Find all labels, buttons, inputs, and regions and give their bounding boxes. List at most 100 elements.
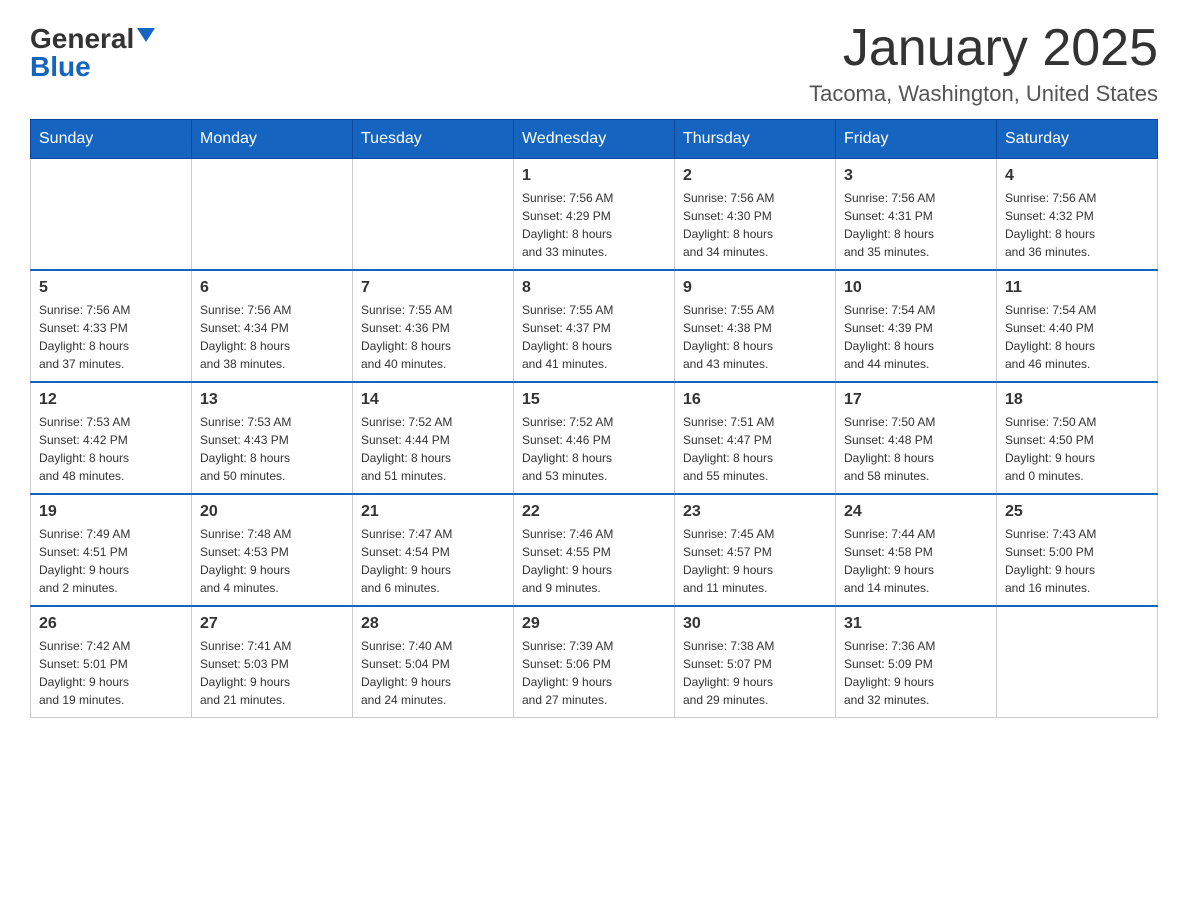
day-info: Sunrise: 7:39 AM Sunset: 5:06 PM Dayligh… — [522, 637, 666, 709]
day-number: 21 — [361, 503, 505, 521]
day-number: 12 — [39, 391, 183, 409]
day-number: 2 — [683, 167, 827, 185]
day-number: 22 — [522, 503, 666, 521]
day-number: 17 — [844, 391, 988, 409]
calendar-table: SundayMondayTuesdayWednesdayThursdayFrid… — [30, 119, 1158, 718]
calendar-cell: 3 Sunrise: 7:56 AM Sunset: 4:31 PM Daylig… — [836, 159, 997, 271]
day-info: Sunrise: 7:36 AM Sunset: 5:09 PM Dayligh… — [844, 637, 988, 709]
day-info: Sunrise: 7:56 AM Sunset: 4:34 PM Dayligh… — [200, 301, 344, 373]
calendar-week-1: 1 Sunrise: 7:56 AM Sunset: 4:29 PM Daylig… — [31, 159, 1158, 271]
day-number: 19 — [39, 503, 183, 521]
calendar-cell — [192, 159, 353, 271]
day-number: 1 — [522, 167, 666, 185]
logo-general: General — [30, 25, 134, 53]
calendar-cell: 28 Sunrise: 7:40 AM Sunset: 5:04 PM Dayli… — [353, 606, 514, 718]
calendar-cell: 9 Sunrise: 7:55 AM Sunset: 4:38 PM Daylig… — [675, 270, 836, 382]
day-info: Sunrise: 7:56 AM Sunset: 4:32 PM Dayligh… — [1005, 189, 1149, 261]
day-info: Sunrise: 7:44 AM Sunset: 4:58 PM Dayligh… — [844, 525, 988, 597]
calendar-cell: 21 Sunrise: 7:47 AM Sunset: 4:54 PM Dayli… — [353, 494, 514, 606]
day-number: 6 — [200, 279, 344, 297]
calendar-cell: 23Sunrise: 7:45 AM Sunset: 4:57 PM Dayli… — [675, 494, 836, 606]
calendar-cell: 12 Sunrise: 7:53 AM Sunset: 4:42 PM Dayli… — [31, 382, 192, 494]
day-info: Sunrise: 7:50 AM Sunset: 4:50 PM Dayligh… — [1005, 413, 1149, 485]
day-number: 7 — [361, 279, 505, 297]
calendar-cell: 17 Sunrise: 7:50 AM Sunset: 4:48 PM Dayli… — [836, 382, 997, 494]
day-info: Sunrise: 7:56 AM Sunset: 4:29 PM Dayligh… — [522, 189, 666, 261]
day-info: Sunrise: 7:42 AM Sunset: 5:01 PM Dayligh… — [39, 637, 183, 709]
calendar-week-4: 19 Sunrise: 7:49 AM Sunset: 4:51 PM Dayli… — [31, 494, 1158, 606]
day-number: 16 — [683, 391, 827, 409]
day-info: Sunrise: 7:55 AM Sunset: 4:38 PM Dayligh… — [683, 301, 827, 373]
day-number: 20 — [200, 503, 344, 521]
page-header: General Blue January 2025 Tacoma, Washin… — [30, 20, 1158, 107]
calendar-week-3: 12 Sunrise: 7:53 AM Sunset: 4:42 PM Dayli… — [31, 382, 1158, 494]
logo-blue: Blue — [30, 53, 91, 81]
day-number: 28 — [361, 615, 505, 633]
calendar-cell — [31, 159, 192, 271]
calendar-cell: 24 Sunrise: 7:44 AM Sunset: 4:58 PM Dayli… — [836, 494, 997, 606]
day-number: 11 — [1005, 279, 1149, 297]
calendar-header-row: SundayMondayTuesdayWednesdayThursdayFrid… — [31, 120, 1158, 159]
title-section: January 2025 Tacoma, Washington, United … — [809, 20, 1158, 107]
calendar-cell: 14Sunrise: 7:52 AM Sunset: 4:44 PM Dayli… — [353, 382, 514, 494]
day-number: 15 — [522, 391, 666, 409]
header-saturday: Saturday — [997, 120, 1158, 159]
day-number: 29 — [522, 615, 666, 633]
header-tuesday: Tuesday — [353, 120, 514, 159]
day-info: Sunrise: 7:53 AM Sunset: 4:43 PM Dayligh… — [200, 413, 344, 485]
logo: General Blue — [30, 20, 155, 81]
calendar-cell: 25Sunrise: 7:43 AM Sunset: 5:00 PM Dayli… — [997, 494, 1158, 606]
day-number: 3 — [844, 167, 988, 185]
day-info: Sunrise: 7:52 AM Sunset: 4:44 PM Dayligh… — [361, 413, 505, 485]
calendar-week-5: 26 Sunrise: 7:42 AM Sunset: 5:01 PM Dayli… — [31, 606, 1158, 718]
calendar-cell: 2 Sunrise: 7:56 AM Sunset: 4:30 PM Daylig… — [675, 159, 836, 271]
calendar-cell: 6 Sunrise: 7:56 AM Sunset: 4:34 PM Daylig… — [192, 270, 353, 382]
header-wednesday: Wednesday — [514, 120, 675, 159]
day-number: 13 — [200, 391, 344, 409]
calendar-cell: 1 Sunrise: 7:56 AM Sunset: 4:29 PM Daylig… — [514, 159, 675, 271]
calendar-cell: 11 Sunrise: 7:54 AM Sunset: 4:40 PM Dayli… — [997, 270, 1158, 382]
calendar-cell: 15 Sunrise: 7:52 AM Sunset: 4:46 PM Dayli… — [514, 382, 675, 494]
day-number: 9 — [683, 279, 827, 297]
calendar-cell: 31 Sunrise: 7:36 AM Sunset: 5:09 PM Dayli… — [836, 606, 997, 718]
day-info: Sunrise: 7:46 AM Sunset: 4:55 PM Dayligh… — [522, 525, 666, 597]
calendar-cell: 26 Sunrise: 7:42 AM Sunset: 5:01 PM Dayli… — [31, 606, 192, 718]
calendar-cell — [353, 159, 514, 271]
day-info: Sunrise: 7:53 AM Sunset: 4:42 PM Dayligh… — [39, 413, 183, 485]
day-info: Sunrise: 7:56 AM Sunset: 4:30 PM Dayligh… — [683, 189, 827, 261]
calendar-cell: 19 Sunrise: 7:49 AM Sunset: 4:51 PM Dayli… — [31, 494, 192, 606]
calendar-cell: 8Sunrise: 7:55 AM Sunset: 4:37 PM Daylig… — [514, 270, 675, 382]
day-number: 4 — [1005, 167, 1149, 185]
day-info: Sunrise: 7:50 AM Sunset: 4:48 PM Dayligh… — [844, 413, 988, 485]
day-info: Sunrise: 7:54 AM Sunset: 4:40 PM Dayligh… — [1005, 301, 1149, 373]
day-number: 18 — [1005, 391, 1149, 409]
calendar-cell: 29 Sunrise: 7:39 AM Sunset: 5:06 PM Dayli… — [514, 606, 675, 718]
day-info: Sunrise: 7:38 AM Sunset: 5:07 PM Dayligh… — [683, 637, 827, 709]
location-title: Tacoma, Washington, United States — [809, 81, 1158, 107]
header-sunday: Sunday — [31, 120, 192, 159]
day-info: Sunrise: 7:56 AM Sunset: 4:31 PM Dayligh… — [844, 189, 988, 261]
day-number: 27 — [200, 615, 344, 633]
calendar-cell — [997, 606, 1158, 718]
day-number: 30 — [683, 615, 827, 633]
day-info: Sunrise: 7:41 AM Sunset: 5:03 PM Dayligh… — [200, 637, 344, 709]
day-info: Sunrise: 7:49 AM Sunset: 4:51 PM Dayligh… — [39, 525, 183, 597]
day-number: 24 — [844, 503, 988, 521]
day-number: 31 — [844, 615, 988, 633]
day-number: 5 — [39, 279, 183, 297]
day-number: 10 — [844, 279, 988, 297]
day-info: Sunrise: 7:40 AM Sunset: 5:04 PM Dayligh… — [361, 637, 505, 709]
day-info: Sunrise: 7:56 AM Sunset: 4:33 PM Dayligh… — [39, 301, 183, 373]
day-number: 26 — [39, 615, 183, 633]
calendar-cell: 27 Sunrise: 7:41 AM Sunset: 5:03 PM Dayli… — [192, 606, 353, 718]
calendar-cell: 10 Sunrise: 7:54 AM Sunset: 4:39 PM Dayli… — [836, 270, 997, 382]
day-number: 8 — [522, 279, 666, 297]
day-number: 23 — [683, 503, 827, 521]
day-info: Sunrise: 7:47 AM Sunset: 4:54 PM Dayligh… — [361, 525, 505, 597]
calendar-week-2: 5 Sunrise: 7:56 AM Sunset: 4:33 PM Daylig… — [31, 270, 1158, 382]
day-info: Sunrise: 7:48 AM Sunset: 4:53 PM Dayligh… — [200, 525, 344, 597]
day-number: 25 — [1005, 503, 1149, 521]
day-info: Sunrise: 7:54 AM Sunset: 4:39 PM Dayligh… — [844, 301, 988, 373]
calendar-cell: 5 Sunrise: 7:56 AM Sunset: 4:33 PM Daylig… — [31, 270, 192, 382]
day-info: Sunrise: 7:52 AM Sunset: 4:46 PM Dayligh… — [522, 413, 666, 485]
